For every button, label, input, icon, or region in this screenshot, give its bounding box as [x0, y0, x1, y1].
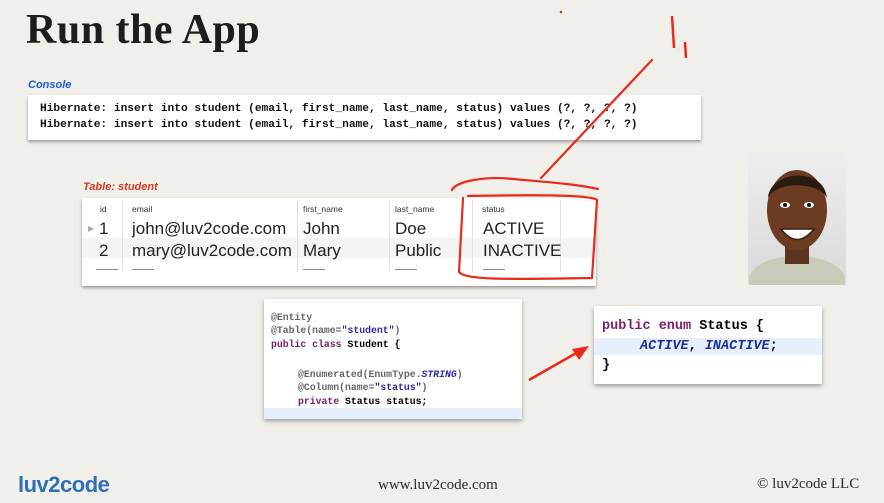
code-token: public enum	[602, 319, 692, 334]
highlight-line	[264, 408, 522, 419]
code-token: )	[456, 369, 463, 380]
code-token: INACTIVE	[704, 339, 770, 354]
code-enum-close: }	[602, 358, 611, 373]
code-enumerated-annotation: @Enumerated(EnumType.STRING)	[298, 369, 463, 380]
pen-dot	[559, 10, 563, 14]
entity-code-snippet: @Entity @Table(name="student") public cl…	[264, 299, 522, 419]
enum-code-snippet: public enum Status { ACTIVE, INACTIVE; }	[594, 306, 822, 384]
instructor-photo	[748, 152, 846, 285]
code-token: )	[394, 325, 401, 336]
code-class-declaration: public class Student {	[271, 339, 400, 350]
code-token: public class	[271, 339, 342, 350]
code-enum-declaration: public enum Status {	[602, 319, 764, 334]
pen-mark	[670, 15, 676, 49]
pen-mark	[683, 41, 688, 59]
code-token: private	[298, 396, 340, 407]
footer-url: www.luv2code.com	[378, 477, 498, 493]
footer-copyright: © luv2code LLC	[757, 476, 860, 492]
instructor-avatar-icon	[749, 170, 845, 285]
code-token: ACTIVE	[640, 339, 689, 354]
code-token: ,	[688, 339, 705, 354]
code-entity-annotation: @Entity	[271, 312, 313, 323]
code-token: STRING	[421, 369, 457, 380]
code-token: "status"	[374, 382, 422, 393]
arrow-to-enum	[528, 346, 589, 382]
code-table-annotation: @Table(name="student")	[271, 325, 400, 336]
code-token: Status {	[691, 319, 765, 334]
code-token: Status status;	[339, 396, 428, 407]
code-field-declaration: private Status status;	[298, 396, 427, 407]
code-token: Student {	[341, 339, 401, 350]
status-highlight-circle	[450, 177, 600, 281]
code-token: @Enumerated(EnumType.	[298, 369, 422, 380]
luv2code-logo: luv2code	[18, 472, 110, 497]
arrow-to-status-column	[539, 58, 654, 180]
code-token: @Column(name=	[298, 382, 375, 393]
code-token: @Table(name=	[271, 325, 342, 336]
code-token: "student"	[341, 325, 395, 336]
code-token: )	[421, 382, 428, 393]
code-enum-values: ACTIVE, INACTIVE;	[640, 339, 778, 354]
code-token: ;	[769, 339, 778, 354]
code-column-annotation: @Column(name="status")	[298, 382, 427, 393]
